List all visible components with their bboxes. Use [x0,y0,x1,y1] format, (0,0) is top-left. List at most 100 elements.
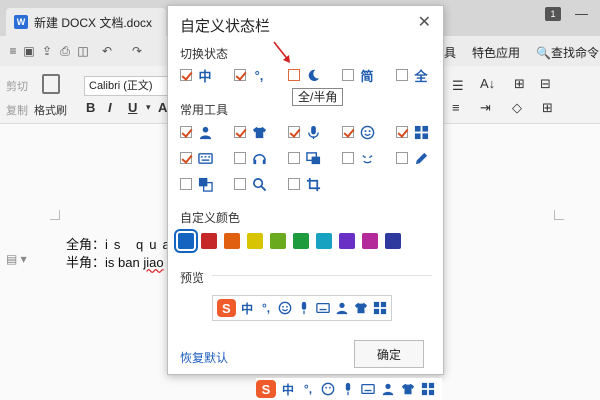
preview-status-bar: S 中 °, [212,295,392,321]
color-swatch[interactable] [247,233,263,249]
menu-icon[interactable]: ≡ [6,44,20,58]
checkbox[interactable] [342,69,354,81]
option-user[interactable] [180,124,213,140]
color-swatch[interactable] [270,233,286,249]
microphone-icon[interactable] [340,381,356,397]
keyboard-icon [197,150,213,166]
option-punctuation[interactable]: °, [234,67,267,83]
format-painter-button[interactable]: 格式刷 [34,102,67,118]
wps-writer-icon: W [14,15,28,29]
underline-dropdown-icon[interactable]: ▾ [146,102,151,113]
undo-icon[interactable]: ↶ [100,44,114,58]
checkbox[interactable] [288,69,300,81]
option-screenshot[interactable] [288,150,321,166]
checkbox[interactable] [396,152,408,164]
table-icon[interactable]: ⊞ [514,76,525,92]
minimize-icon[interactable]: — [575,6,588,21]
checkbox[interactable] [234,178,246,190]
menu-right-group: 发工具 特色应用 🔍查找命令 [420,44,599,61]
strikethrough-icon[interactable]: A [158,100,167,115]
format-painter-icon[interactable] [42,74,60,94]
option-voice[interactable] [288,124,321,140]
close-icon[interactable]: ✕ [418,12,431,32]
sogou-logo-icon[interactable]: S [256,380,276,398]
checkbox[interactable] [234,69,246,81]
emoji-face-icon [359,150,375,166]
cut-button[interactable]: 剪切 [6,78,28,94]
save-icon[interactable]: ▣ [22,44,36,58]
option-skin[interactable] [234,124,267,140]
bold-icon[interactable]: B [86,100,95,115]
checkbox[interactable] [342,126,354,138]
user-icon[interactable] [380,381,396,397]
option-translate[interactable] [180,176,213,192]
checkbox[interactable] [234,152,246,164]
option-keyboard[interactable] [180,150,213,166]
option-chinese-mode[interactable]: 中 [180,67,213,84]
preview-icon[interactable]: ◫ [76,44,90,58]
color-swatch[interactable] [339,233,355,249]
underline-icon[interactable]: U [128,100,137,115]
ime-status-bar[interactable]: S 中 °, [256,378,442,400]
option-simplified[interactable]: 简 [342,67,375,84]
window-controls: 1 — [545,6,600,21]
option-emoji[interactable] [342,124,375,140]
align-icon[interactable]: ≡ [452,100,460,115]
menu-special-apps[interactable]: 特色应用 [472,44,520,61]
print-icon[interactable]: ⎙ [58,44,72,58]
border-icon[interactable]: ⊟ [540,76,551,92]
color-swatch[interactable] [201,233,217,249]
line-spacing-icon[interactable]: ☰ [452,78,464,94]
color-swatch[interactable] [174,229,198,253]
export-icon[interactable]: ⇪ [40,44,54,58]
tshirt-skin-icon[interactable] [400,381,416,397]
keyboard-icon [315,300,330,316]
checkbox[interactable] [288,152,300,164]
restore-default-link[interactable]: 恢复默认 [180,349,228,366]
window-count-badge[interactable]: 1 [545,6,561,21]
option-emoticon[interactable] [342,150,375,166]
punctuation-icon[interactable]: °, [300,381,316,397]
checkbox[interactable] [180,178,192,190]
user-icon [334,300,349,316]
checkbox[interactable] [396,69,408,81]
italic-icon[interactable]: I [108,100,112,115]
document-tab[interactable]: W 新建 DOCX 文档.docx [6,8,166,36]
shading-icon[interactable]: ◇ [512,100,522,116]
color-swatch[interactable] [316,233,332,249]
indent-icon[interactable]: ⇥ [480,100,491,116]
redo-icon[interactable]: ↷ [130,44,144,58]
option-full-width[interactable]: 全 [396,67,429,84]
full-width-icon: 全 [414,68,428,84]
borders-dropdown-icon[interactable]: ⊞ [542,100,553,116]
keyboard-icon[interactable] [360,381,376,397]
option-service[interactable] [234,150,267,166]
menu-find-command[interactable]: 🔍查找命令 [536,44,599,61]
checkbox[interactable] [180,126,192,138]
checkbox[interactable] [180,152,192,164]
option-toolbox[interactable] [396,124,429,140]
half-width-tooltip: 全/半角 [292,88,344,106]
checkbox[interactable] [180,69,192,81]
chinese-mode-icon[interactable]: 中 [280,381,296,397]
checkbox[interactable] [396,126,408,138]
option-search[interactable] [234,176,267,192]
copy-button[interactable]: 复制 [6,102,28,118]
color-swatch[interactable] [362,233,378,249]
color-swatch[interactable] [293,233,309,249]
sort-icon[interactable]: A↓ [480,76,495,91]
checkbox[interactable] [342,152,354,164]
color-swatch[interactable] [385,233,401,249]
grid-toolbox-icon[interactable] [420,381,436,397]
checkbox[interactable] [234,126,246,138]
option-half-width[interactable] [288,67,321,83]
color-swatch[interactable] [224,233,240,249]
option-crop[interactable] [288,176,321,192]
paragraph-handle-icon[interactable]: ▤ ▾ [6,252,27,266]
checkbox[interactable] [288,126,300,138]
smiley-icon[interactable] [320,381,336,397]
font-name-select[interactable]: Calibri (正文) [84,76,168,96]
checkbox[interactable] [288,178,300,190]
ok-button[interactable]: 确定 [354,340,424,368]
option-handwriting[interactable] [396,150,429,166]
